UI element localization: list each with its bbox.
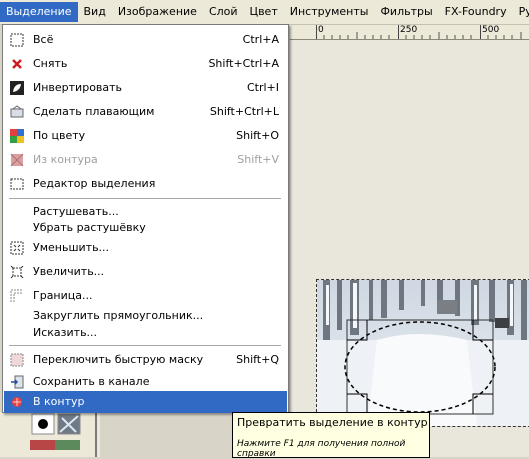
invert-icon <box>10 81 24 95</box>
menu-python-fu[interactable]: Python-F <box>513 2 529 22</box>
tooltip-text: Превратить выделение в контур <box>237 416 428 429</box>
from-path-icon <box>10 153 24 167</box>
menu-item-from-path[interactable]: Из контура Shift+V <box>4 149 287 171</box>
float-icon <box>10 105 24 119</box>
menu-item-float[interactable]: Сделать плавающим Shift+Ctrl+L <box>4 101 287 123</box>
shrink-icon <box>10 241 24 255</box>
menu-item-quick-mask[interactable]: Переключить быструю маску Shift+Q <box>4 349 287 371</box>
menu-item-shrink[interactable]: Уменьшить... <box>4 237 287 259</box>
close-icon <box>10 57 24 71</box>
menu-item-grow[interactable]: Увеличить... <box>4 261 287 283</box>
quick-mask-icon <box>10 353 24 367</box>
menu-color[interactable]: Цвет <box>244 2 284 22</box>
selection-editor-icon <box>10 177 24 191</box>
menu-view[interactable]: Вид <box>78 2 112 22</box>
grow-icon <box>10 265 24 279</box>
menu-item-select-all[interactable]: Всё Ctrl+A <box>4 29 287 51</box>
menubar: Выделение Вид Изображение Слой Цвет Инст… <box>0 0 529 25</box>
menu-filters[interactable]: Фильтры <box>374 2 438 22</box>
selection-dropdown-menu: Всё Ctrl+A Снять Shift+Ctrl+A Инвертиров… <box>2 24 289 413</box>
menu-item-selection-editor[interactable]: Редактор выделения <box>4 173 287 195</box>
horizontal-ruler: 0 250 500 <box>290 25 529 40</box>
menu-item-border[interactable]: Граница... <box>4 285 287 307</box>
menu-item-to-path[interactable]: В контур <box>4 391 287 413</box>
menu-item-save-to-channel[interactable]: Сохранить в канале <box>4 371 287 393</box>
toolbox-panel <box>0 412 100 457</box>
menu-item-invert[interactable]: Инвертировать Ctrl+I <box>4 77 287 99</box>
to-path-icon <box>10 395 24 409</box>
by-color-icon <box>10 129 24 143</box>
menu-separator <box>9 198 281 199</box>
tooltip-hint: Нажмите F1 для получения полной справки <box>237 439 406 459</box>
menu-selection[interactable]: Выделение <box>0 2 78 22</box>
menu-layer[interactable]: Слой <box>203 2 244 22</box>
border-icon <box>10 289 24 303</box>
select-all-icon <box>10 33 24 47</box>
menu-item-by-color[interactable]: По цвету Shift+O <box>4 125 287 147</box>
tooltip: Превратить выделение в контур Нажмите F1… <box>232 412 430 459</box>
image-photo[interactable] <box>316 279 529 427</box>
menu-item-sharpen[interactable]: Убрать растушёвку <box>4 217 287 239</box>
menu-tools[interactable]: Инструменты <box>284 2 375 22</box>
menu-item-select-none[interactable]: Снять Shift+Ctrl+A <box>4 53 287 75</box>
menu-image[interactable]: Изображение <box>112 2 203 22</box>
menu-item-distort[interactable]: Исказить... <box>4 322 287 344</box>
menu-separator <box>9 345 281 346</box>
menu-fx-foundry[interactable]: FX-Foundry <box>439 2 513 22</box>
save-channel-icon <box>10 375 24 389</box>
